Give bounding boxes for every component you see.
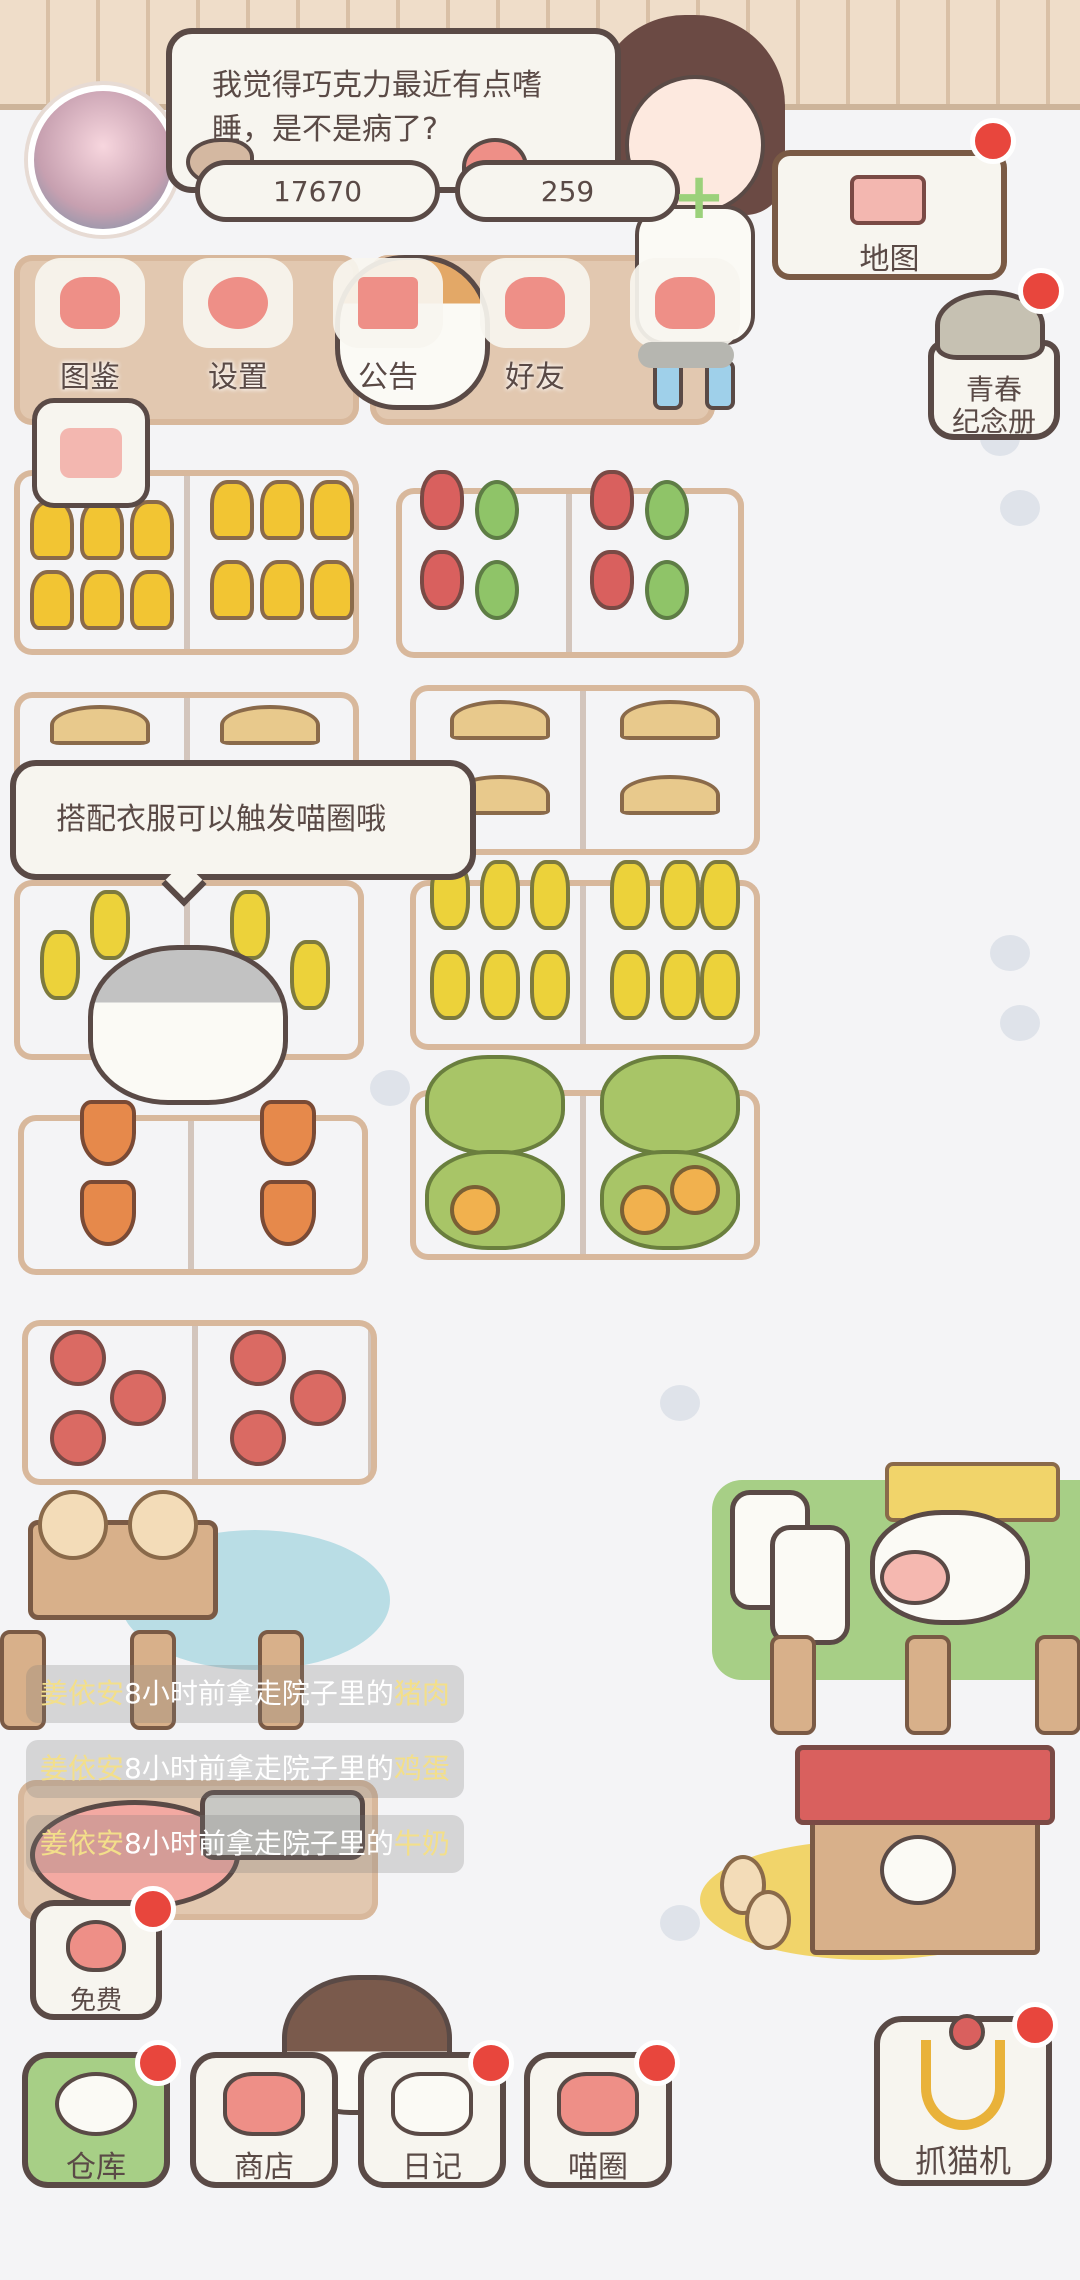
shop-button[interactable]: 商店 (190, 2052, 338, 2188)
gift-icon (333, 258, 443, 348)
rice-bowl-icon (55, 2072, 137, 2136)
menu-collection-label: 图鉴 (60, 360, 120, 395)
fish-sack-1[interactable] (38, 1490, 108, 1560)
corn-crops (420, 860, 750, 1040)
milk-bottle[interactable] (770, 1525, 850, 1645)
speech-line-2: 睡，是不是病了? (212, 112, 438, 147)
heart-count: 259 (540, 174, 595, 208)
potato-crops (430, 700, 750, 840)
carrot-crops (60, 1090, 360, 1250)
menu-collection-button[interactable]: 图鉴 (30, 258, 150, 398)
log-text: 8小时前拿走院子里的 (124, 1752, 394, 1785)
claw-icon (921, 2014, 1005, 2130)
fish-counter: 17670 (195, 160, 440, 222)
add-currency-button[interactable]: + (670, 165, 728, 229)
map-notification-dot (970, 118, 1016, 164)
shop-label: 商店 (234, 2150, 294, 2185)
log-text: 8小时前拿走院子里的 (124, 1827, 394, 1860)
orange-crops (420, 1055, 750, 1255)
gear-icon (183, 258, 293, 348)
menu-friends-label: 好友 (505, 360, 565, 395)
memorial-label-2: 纪念册 (951, 405, 1036, 438)
menu-settings-button[interactable]: 设置 (178, 258, 298, 398)
shop-icon (223, 2072, 305, 2136)
memorial-label-1: 青春 (965, 373, 1022, 406)
hint-bubble: 搭配衣服可以触发喵圈哦 (10, 760, 476, 880)
heart-icon (66, 1920, 126, 1972)
fence-post (905, 1635, 951, 1735)
hint-text: 搭配衣服可以触发喵圈哦 (56, 802, 386, 837)
paw-print (660, 1385, 700, 1421)
fence-post (1035, 1635, 1080, 1735)
diary-icon (391, 2072, 473, 2136)
hearts-icon (630, 258, 740, 348)
diary-label: 日记 (402, 2150, 462, 2185)
planet-cat-icon (557, 2072, 639, 2136)
calendar-button[interactable] (32, 398, 150, 508)
log-item: 猪肉 (393, 1677, 450, 1710)
free-label: 免费 (69, 1986, 122, 2016)
free-notification-dot (130, 1886, 176, 1932)
chick[interactable] (880, 1835, 956, 1905)
paw-print (370, 1070, 410, 1106)
claw-notification-dot (1012, 2002, 1058, 2048)
calendar-icon (60, 428, 122, 478)
log-item: 鸡蛋 (393, 1752, 450, 1785)
cow-nose (880, 1550, 950, 1605)
menu-announcement-label: 公告 (358, 360, 418, 395)
map-label: 地图 (859, 242, 920, 277)
log-user: 姜依安 (40, 1752, 125, 1785)
log-user: 姜依安 (40, 1827, 125, 1860)
warehouse-notification-dot (135, 2040, 181, 2086)
loading-bar (638, 342, 734, 368)
map-icon (850, 175, 926, 225)
menu-hearts-button[interactable] (625, 258, 745, 398)
menu-announcement-button[interactable]: 公告 (328, 258, 448, 398)
paw-print (660, 1905, 700, 1941)
paw-print (990, 935, 1030, 971)
paw-print (1000, 490, 1040, 526)
cat-face-icon (35, 258, 145, 348)
menu-friends-button[interactable]: 好友 (475, 258, 595, 398)
activity-log-entry: 姜依安8小时前拿走院子里的牛奶 (26, 1815, 464, 1873)
menu-settings-label: 设置 (208, 360, 268, 395)
claw-machine-label: 抓猫机 (914, 2142, 1011, 2180)
speech-line-1: 我觉得巧克力最近有点嗜 (212, 68, 542, 103)
log-item: 牛奶 (393, 1827, 450, 1860)
meow-circle-label: 喵圈 (568, 2150, 628, 2185)
activity-log-entry: 姜依安8小时前拿走院子里的猪肉 (26, 1665, 464, 1723)
gray-cat[interactable] (88, 945, 288, 1105)
coop-roof (795, 1745, 1055, 1825)
friends-icon (480, 258, 590, 348)
heart-counter: 259 (455, 160, 680, 222)
meow-circle-notification-dot (634, 2040, 680, 2086)
activity-log-entry: 姜依安8小时前拿走院子里的鸡蛋 (26, 1740, 464, 1798)
warehouse-label: 仓库 (66, 2150, 126, 2185)
egg[interactable] (745, 1890, 791, 1950)
fence-post (770, 1635, 816, 1735)
strawberry-crops (415, 470, 735, 640)
player-avatar[interactable] (28, 85, 178, 235)
potato-crops-left (40, 705, 340, 765)
tomato-crops (50, 1290, 360, 1480)
log-user: 姜依安 (40, 1677, 125, 1710)
memorial-notification-dot (1018, 268, 1064, 314)
diary-notification-dot (468, 2040, 514, 2086)
fish-sack-2[interactable] (128, 1490, 198, 1560)
paw-print (1000, 1005, 1040, 1041)
log-text: 8小时前拿走院子里的 (124, 1677, 394, 1710)
fish-count: 17670 (272, 174, 363, 208)
